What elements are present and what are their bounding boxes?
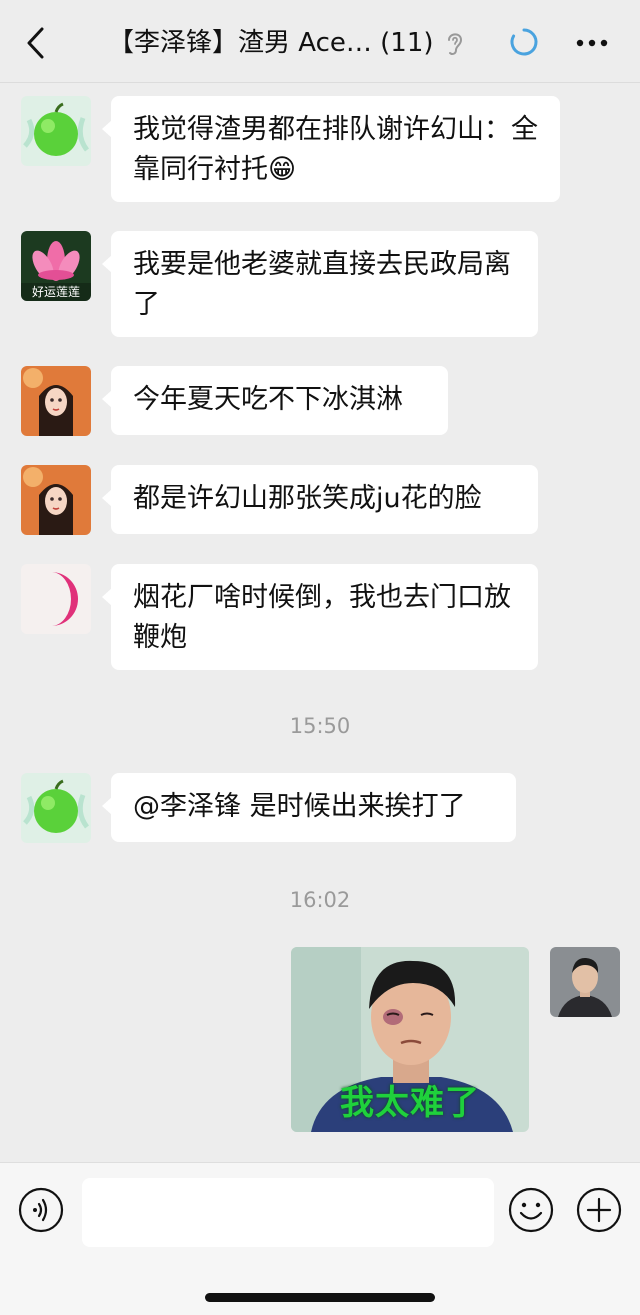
- input-bar: [0, 1162, 640, 1315]
- plus-icon[interactable]: [576, 1187, 622, 1233]
- back-icon[interactable]: [22, 26, 52, 60]
- message-text: 都是许幻山那张笑成ju花的脸: [133, 483, 482, 514]
- chat-header: 【李泽锋】渣男 Ace… (11): [0, 0, 640, 83]
- message-text: @李泽锋 是时候出来挨打了: [133, 791, 466, 822]
- message-bubble[interactable]: 我觉得渣男都在排队谢许幻山：全靠同行衬托😁: [102, 96, 560, 202]
- emoji-icon[interactable]: [508, 1187, 554, 1233]
- more-icon[interactable]: [574, 28, 610, 58]
- message-bubble[interactable]: 都是许幻山那张笑成ju花的脸: [102, 465, 538, 534]
- man-portrait-avatar[interactable]: [550, 947, 620, 1017]
- anime-girl-avatar[interactable]: [21, 465, 91, 535]
- timestamp: 15:50: [289, 714, 351, 738]
- chat-title[interactable]: 【李泽锋】渣男 Ace… (11): [108, 25, 498, 61]
- message-bubble[interactable]: @李泽锋 是时候出来挨打了: [102, 773, 516, 842]
- sticker-caption: 我太难了: [340, 1083, 480, 1123]
- message-bubble[interactable]: 我要是他老婆就直接去民政局离了: [102, 231, 538, 337]
- crescent-moon-avatar[interactable]: [21, 564, 91, 634]
- green-apple-avatar[interactable]: [21, 96, 91, 166]
- message-text: 今年夏天吃不下冰淇淋: [133, 384, 403, 415]
- message-input[interactable]: [82, 1178, 494, 1247]
- lotus-avatar[interactable]: 好运莲莲: [21, 231, 91, 301]
- chat-screen: 【李泽锋】渣男 Ace… (11) 我觉得渣男都在排队谢许幻山：全靠同行衬托😁 …: [0, 0, 640, 1315]
- sync-icon[interactable]: [508, 26, 540, 58]
- message-text: 我要是他老婆就直接去民政局离了: [133, 249, 511, 320]
- anime-girl-avatar[interactable]: [21, 366, 91, 436]
- avatar-caption: 好运莲莲: [31, 285, 80, 299]
- voice-icon[interactable]: [18, 1187, 64, 1233]
- message-bubble[interactable]: 今年夏天吃不下冰淇淋: [102, 366, 448, 435]
- message-bubble[interactable]: 烟花厂啥时候倒，我也去门口放鞭炮: [102, 564, 538, 670]
- ear-icon: [444, 28, 466, 58]
- home-indicator[interactable]: [205, 1293, 435, 1302]
- message-text: 我觉得渣男都在排队谢许幻山：全靠同行衬托😁: [133, 114, 538, 185]
- sent-image-message[interactable]: 我太难了: [291, 947, 529, 1132]
- green-apple-avatar[interactable]: [21, 773, 91, 843]
- timestamp: 16:02: [289, 888, 351, 912]
- message-text: 烟花厂啥时候倒，我也去门口放鞭炮: [133, 582, 511, 653]
